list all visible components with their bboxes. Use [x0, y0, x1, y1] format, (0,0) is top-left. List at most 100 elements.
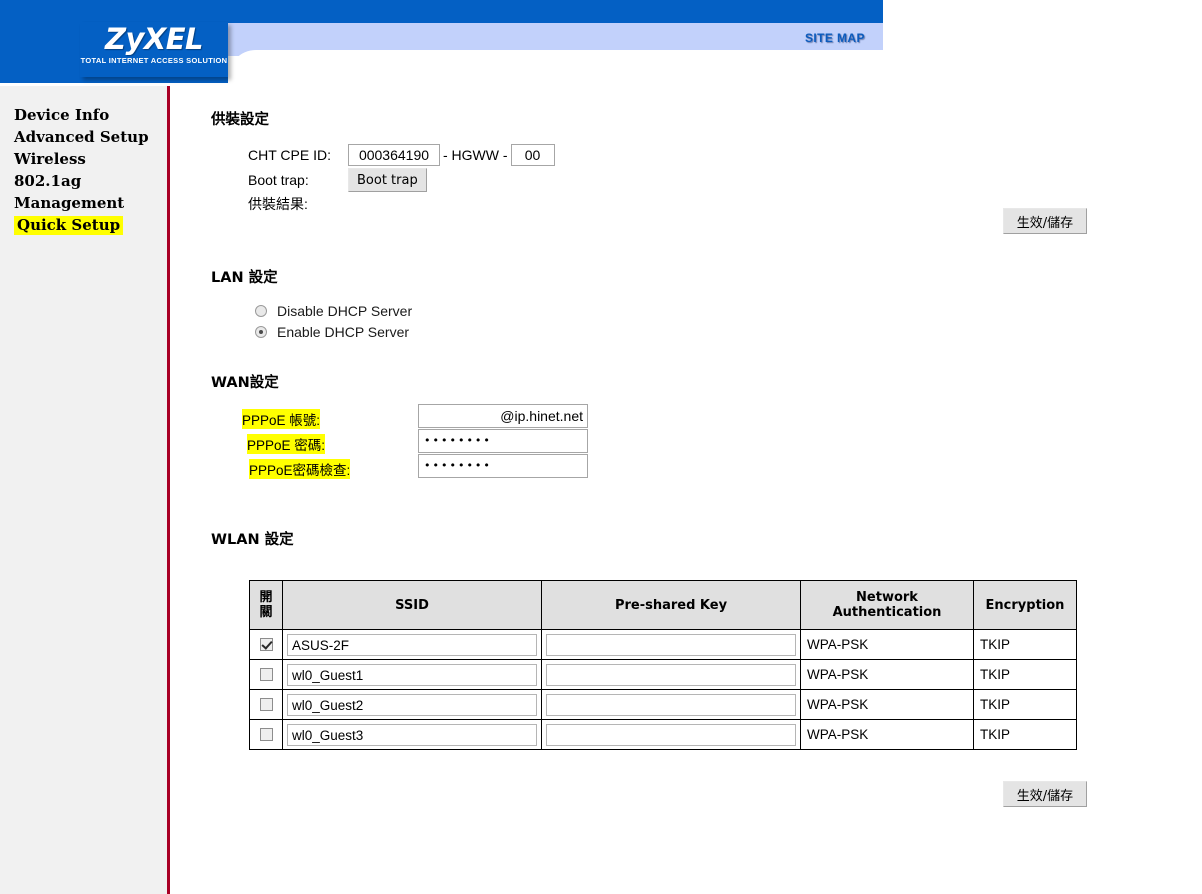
- wlan-table-head: 開 關 SSID Pre-shared Key Network Authenti…: [249, 580, 1077, 630]
- cell-ssid: ASUS-2F: [282, 629, 542, 660]
- lan-section-title: LAN 設定: [211, 270, 278, 286]
- column-header-ssid: SSID: [282, 580, 542, 630]
- checkbox-checked-icon[interactable]: [259, 638, 273, 651]
- header-rounded-corner: [228, 50, 883, 83]
- boot-trap-label: Boot trap:: [248, 172, 309, 188]
- psk-input[interactable]: [546, 723, 796, 746]
- pppoe-account-label: PPPoE 帳號:: [242, 409, 321, 429]
- encryption-value: TKIP: [980, 667, 1011, 682]
- psk-input[interactable]: [546, 663, 796, 686]
- cell-ssid: wl0_Guest2: [282, 689, 542, 720]
- encryption-value: TKIP: [980, 697, 1011, 712]
- main-content: 供裝設定 CHT CPE ID: - HGWW - Boot trap: Boo…: [170, 86, 1202, 894]
- sidebar-item-label: Device Info: [14, 106, 110, 124]
- cpe-id-row: CHT CPE ID: - HGWW -: [248, 144, 555, 166]
- zyxel-logo-tagline: TOTAL INTERNET ACCESS SOLUTION: [80, 56, 228, 65]
- radio-unselected-icon[interactable]: [255, 304, 267, 317]
- cell-encryption: TKIP: [973, 719, 1077, 750]
- cell-onoff[interactable]: [249, 659, 283, 690]
- sidebar-item-label: Management: [14, 194, 125, 212]
- supply-result-row: 供裝結果:: [248, 194, 348, 214]
- pppoe-password-input[interactable]: ••••••••: [418, 429, 588, 453]
- pppoe-password-confirm-input[interactable]: ••••••••: [418, 454, 588, 478]
- site-map-link[interactable]: SITE MAP: [805, 31, 865, 45]
- sidebar: Device Info Advanced Setup Wireless 802.…: [0, 86, 170, 894]
- column-header-onoff: 開 關: [249, 580, 283, 630]
- sidebar-item-802-1ag[interactable]: 802.1ag: [14, 170, 167, 192]
- ssid-input[interactable]: wl0_Guest1: [287, 663, 537, 686]
- cell-encryption: TKIP: [973, 629, 1077, 660]
- column-header-encryption: Encryption: [973, 580, 1077, 630]
- cell-ssid: wl0_Guest3: [282, 719, 542, 750]
- checkbox-unchecked-icon[interactable]: [259, 668, 273, 681]
- checkbox-unchecked-icon[interactable]: [259, 698, 273, 711]
- onoff-header-line1: 開: [259, 590, 273, 605]
- column-header-psk: Pre-shared Key: [541, 580, 801, 630]
- cell-psk: [541, 719, 801, 750]
- psk-input[interactable]: [546, 633, 796, 656]
- pppoe-password-confirm-label: PPPoE密碼檢查:: [249, 459, 351, 479]
- sidebar-item-wireless[interactable]: Wireless: [14, 148, 167, 170]
- table-row: ASUS-2F WPA-PSK TKIP: [249, 629, 1077, 660]
- wlan-section-title: WLAN 設定: [211, 532, 294, 548]
- sidebar-item-label: Wireless: [14, 150, 86, 168]
- radio-selected-icon[interactable]: [255, 325, 267, 338]
- cpe-id-input[interactable]: [348, 144, 440, 166]
- sidebar-item-label: Quick Setup: [14, 216, 124, 235]
- boot-trap-row: Boot trap: Boot trap: [248, 168, 427, 192]
- auth-header-line1: Network: [856, 590, 918, 605]
- dhcp-radio-group: Disable DHCP Server Enable DHCP Server: [255, 301, 412, 343]
- auth-value: WPA-PSK: [807, 697, 869, 712]
- onoff-header-line2: 關: [259, 605, 273, 620]
- cell-psk: [541, 659, 801, 690]
- ssid-input[interactable]: wl0_Guest2: [287, 693, 537, 716]
- cell-auth: WPA-PSK: [800, 719, 974, 750]
- cpe-id-label: CHT CPE ID:: [248, 147, 331, 163]
- encryption-value: TKIP: [980, 637, 1011, 652]
- dhcp-option-label: Disable DHCP Server: [277, 302, 413, 319]
- sidebar-item-advanced-setup[interactable]: Advanced Setup: [14, 126, 167, 148]
- psk-input[interactable]: [546, 693, 796, 716]
- table-row: wl0_Guest1 WPA-PSK TKIP: [249, 659, 1077, 690]
- table-header-row: 開 關 SSID Pre-shared Key Network Authenti…: [249, 580, 1077, 630]
- sidebar-item-quick-setup[interactable]: Quick Setup: [14, 214, 167, 236]
- cpe-id-suffix-input[interactable]: [510, 144, 555, 166]
- sidebar-item-label: Advanced Setup: [14, 128, 149, 146]
- ssid-input[interactable]: ASUS-2F: [287, 633, 537, 656]
- cell-onoff[interactable]: [249, 689, 283, 720]
- wlan-table-body: ASUS-2F WPA-PSK TKIP wl0_Guest1 WPA-PSK …: [249, 629, 1077, 750]
- cell-onoff[interactable]: [249, 629, 283, 660]
- auth-value: WPA-PSK: [807, 667, 869, 682]
- dhcp-option-disable[interactable]: Disable DHCP Server: [255, 301, 412, 320]
- auth-value: WPA-PSK: [807, 637, 869, 652]
- sidebar-item-device-info[interactable]: Device Info: [14, 104, 167, 126]
- supply-section-title: 供裝設定: [211, 112, 269, 128]
- pppoe-password-label: PPPoE 密碼:: [247, 434, 326, 454]
- cell-onoff[interactable]: [249, 719, 283, 750]
- wlan-table: 開 關 SSID Pre-shared Key Network Authenti…: [249, 580, 1077, 750]
- cell-psk: [541, 629, 801, 660]
- supply-result-label: 供裝結果:: [248, 196, 308, 212]
- cell-psk: [541, 689, 801, 720]
- checkbox-unchecked-icon[interactable]: [259, 728, 273, 741]
- cell-encryption: TKIP: [973, 659, 1077, 690]
- sidebar-item-management[interactable]: Management: [14, 192, 167, 214]
- auth-value: WPA-PSK: [807, 727, 869, 742]
- pppoe-account-input[interactable]: [418, 404, 588, 428]
- zyxel-logo[interactable]: ZyXEL TOTAL INTERNET ACCESS SOLUTION: [80, 22, 228, 77]
- ssid-input[interactable]: wl0_Guest3: [287, 723, 537, 746]
- dhcp-option-enable[interactable]: Enable DHCP Server: [255, 322, 412, 341]
- wan-section-title: WAN設定: [211, 375, 279, 391]
- cell-auth: WPA-PSK: [800, 659, 974, 690]
- sidebar-item-label: 802.1ag: [14, 172, 82, 190]
- boot-trap-button[interactable]: Boot trap: [348, 168, 427, 192]
- sidebar-menu: Device Info Advanced Setup Wireless 802.…: [0, 86, 167, 236]
- zyxel-logo-wordmark: ZyXEL: [104, 22, 204, 56]
- cell-encryption: TKIP: [973, 689, 1077, 720]
- table-row: wl0_Guest2 WPA-PSK TKIP: [249, 689, 1077, 720]
- encryption-value: TKIP: [980, 727, 1011, 742]
- save-button-bottom[interactable]: 生效/儲存: [1003, 781, 1087, 807]
- auth-header-line2: Authentication: [832, 605, 942, 620]
- save-button-top[interactable]: 生效/儲存: [1003, 208, 1087, 234]
- cpe-id-middle-text: - HGWW -: [443, 147, 508, 163]
